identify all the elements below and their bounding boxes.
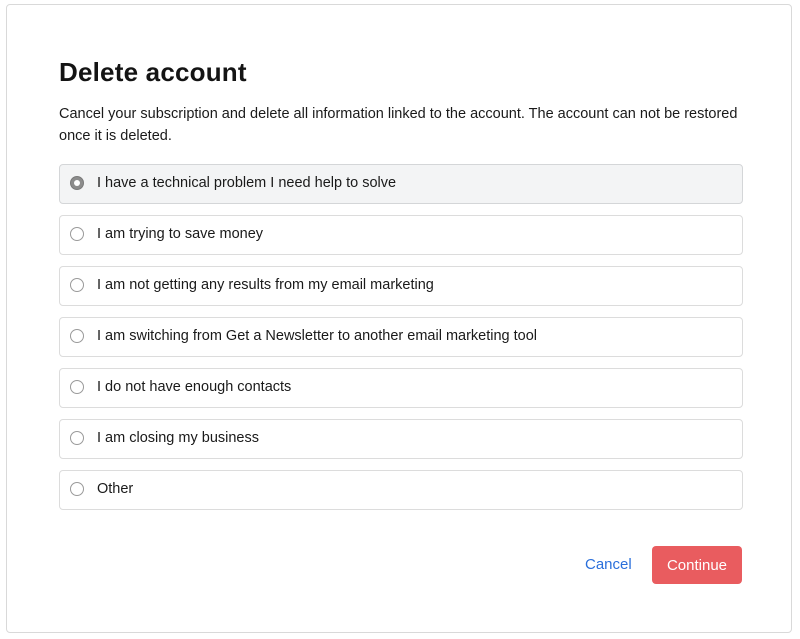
reason-option-technical-problem[interactable]: I have a technical problem I need help t… — [59, 164, 743, 204]
dialog-title: Delete account — [59, 57, 247, 87]
radio-button-icon[interactable] — [70, 380, 84, 394]
radio-button-icon[interactable] — [70, 329, 84, 343]
continue-button[interactable]: Continue — [652, 546, 742, 584]
reason-option-label: I have a technical problem I need help t… — [97, 175, 397, 191]
radio-button-icon[interactable] — [70, 482, 84, 496]
radio-button-icon[interactable] — [70, 176, 84, 190]
radio-button-icon[interactable] — [70, 431, 84, 445]
reason-option-save-money[interactable]: I am trying to save money — [59, 215, 743, 255]
reason-option-label: I do not have enough contacts — [97, 379, 292, 395]
reason-option-label: I am switching from Get a Newsletter to … — [97, 328, 538, 344]
delete-account-dialog: Delete account Cancel your subscription … — [6, 4, 792, 633]
reason-options: I have a technical problem I need help t… — [59, 164, 743, 521]
reason-option-switching-tool[interactable]: I am switching from Get a Newsletter to … — [59, 317, 743, 357]
reason-option-label: I am trying to save money — [97, 226, 264, 242]
radio-button-icon[interactable] — [70, 227, 84, 241]
reason-option-other[interactable]: Other — [59, 470, 743, 510]
reason-option-no-results[interactable]: I am not getting any results from my ema… — [59, 266, 743, 306]
cancel-button[interactable]: Cancel — [577, 546, 640, 584]
reason-option-closing-business[interactable]: I am closing my business — [59, 419, 743, 459]
reason-option-label: I am closing my business — [97, 430, 259, 446]
reason-option-label: I am not getting any results from my ema… — [97, 277, 434, 293]
reason-option-not-enough-contacts[interactable]: I do not have enough contacts — [59, 368, 743, 408]
reason-option-label: Other — [97, 481, 134, 497]
dialog-description: Cancel your subscription and delete all … — [59, 106, 738, 144]
radio-button-icon[interactable] — [70, 278, 84, 292]
radio-dot-icon — [74, 180, 80, 186]
